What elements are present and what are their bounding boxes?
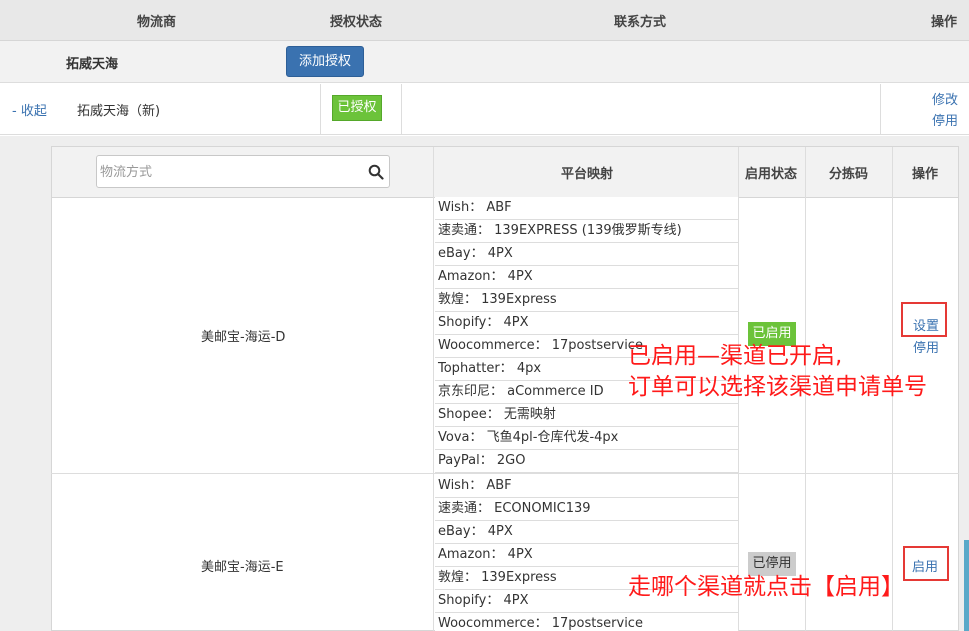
shipping-method-search-input[interactable] xyxy=(100,158,356,185)
divider xyxy=(401,84,402,135)
mapping-row: Wish： ABF xyxy=(435,475,738,498)
account-name: 拓威天海（新) xyxy=(77,104,161,119)
disable-channel-link[interactable]: 停用 xyxy=(913,337,939,356)
mapping-row: Shopify： 4PX xyxy=(435,312,738,335)
disable-account-link[interactable]: 停用 xyxy=(932,110,958,129)
header-auth-status: 授权状态 xyxy=(330,15,383,30)
mapping-row: eBay： 4PX xyxy=(435,243,738,266)
header-platform-mapping: 平台映射 xyxy=(561,167,614,182)
mapping-row: Shopee： 无需映射 xyxy=(435,404,738,427)
vendor-name: 拓威天海 xyxy=(66,57,119,72)
header-action: 操作 xyxy=(931,15,958,30)
add-authorization-button[interactable]: 添加授权 xyxy=(286,46,364,77)
mapping-row: Woocommerce： 17postservice xyxy=(435,613,738,631)
vendor-table-header: 物流商 授权状态 联系方式 操作 xyxy=(0,0,969,41)
mapping-row: Amazon： 4PX xyxy=(435,544,738,567)
mapping-row: 速卖通： 139EXPRESS (139俄罗斯专线) xyxy=(435,220,738,243)
search-icon[interactable] xyxy=(368,164,384,180)
header-enable-status: 启用状态 xyxy=(745,167,798,182)
divider xyxy=(433,147,434,631)
highlight-box xyxy=(901,302,947,337)
divider xyxy=(880,84,881,135)
header-sort-code: 分拣码 xyxy=(829,167,869,182)
annotation-text: 订单可以选择该渠道申请单号 xyxy=(628,374,927,400)
header-vendor: 物流商 xyxy=(137,15,177,30)
row-divider xyxy=(51,473,959,474)
authorized-badge: 已授权 xyxy=(332,95,382,121)
scrollbar[interactable] xyxy=(964,540,969,631)
header-contact: 联系方式 xyxy=(614,15,667,30)
mapping-row: 速卖通： ECONOMIC139 xyxy=(435,498,738,521)
mapping-row: Vova： 飞鱼4pl-仓库代发-4px xyxy=(435,427,738,450)
channel-name: 美邮宝-海运-E xyxy=(201,560,284,575)
mapping-row: Amazon： 4PX xyxy=(435,266,738,289)
collapse-link[interactable]: - 收起 xyxy=(12,100,47,119)
edit-link[interactable]: 修改 xyxy=(932,89,958,108)
mapping-row: 敦煌： 139Express xyxy=(435,289,738,312)
annotation-text: 已启用—渠道已开启, xyxy=(628,343,843,369)
channel-name: 美邮宝-海运-D xyxy=(201,330,286,345)
annotation-text: 走哪个渠道就点击【启用】 xyxy=(628,574,904,600)
header-channel-action: 操作 xyxy=(912,167,939,182)
highlight-box xyxy=(903,546,949,581)
mapping-row: eBay： 4PX xyxy=(435,521,738,544)
mapping-row: PayPal： 2GO xyxy=(435,450,738,473)
vendor-row xyxy=(0,41,969,83)
divider xyxy=(320,84,321,135)
mapping-row: Wish： ABF xyxy=(435,197,738,220)
